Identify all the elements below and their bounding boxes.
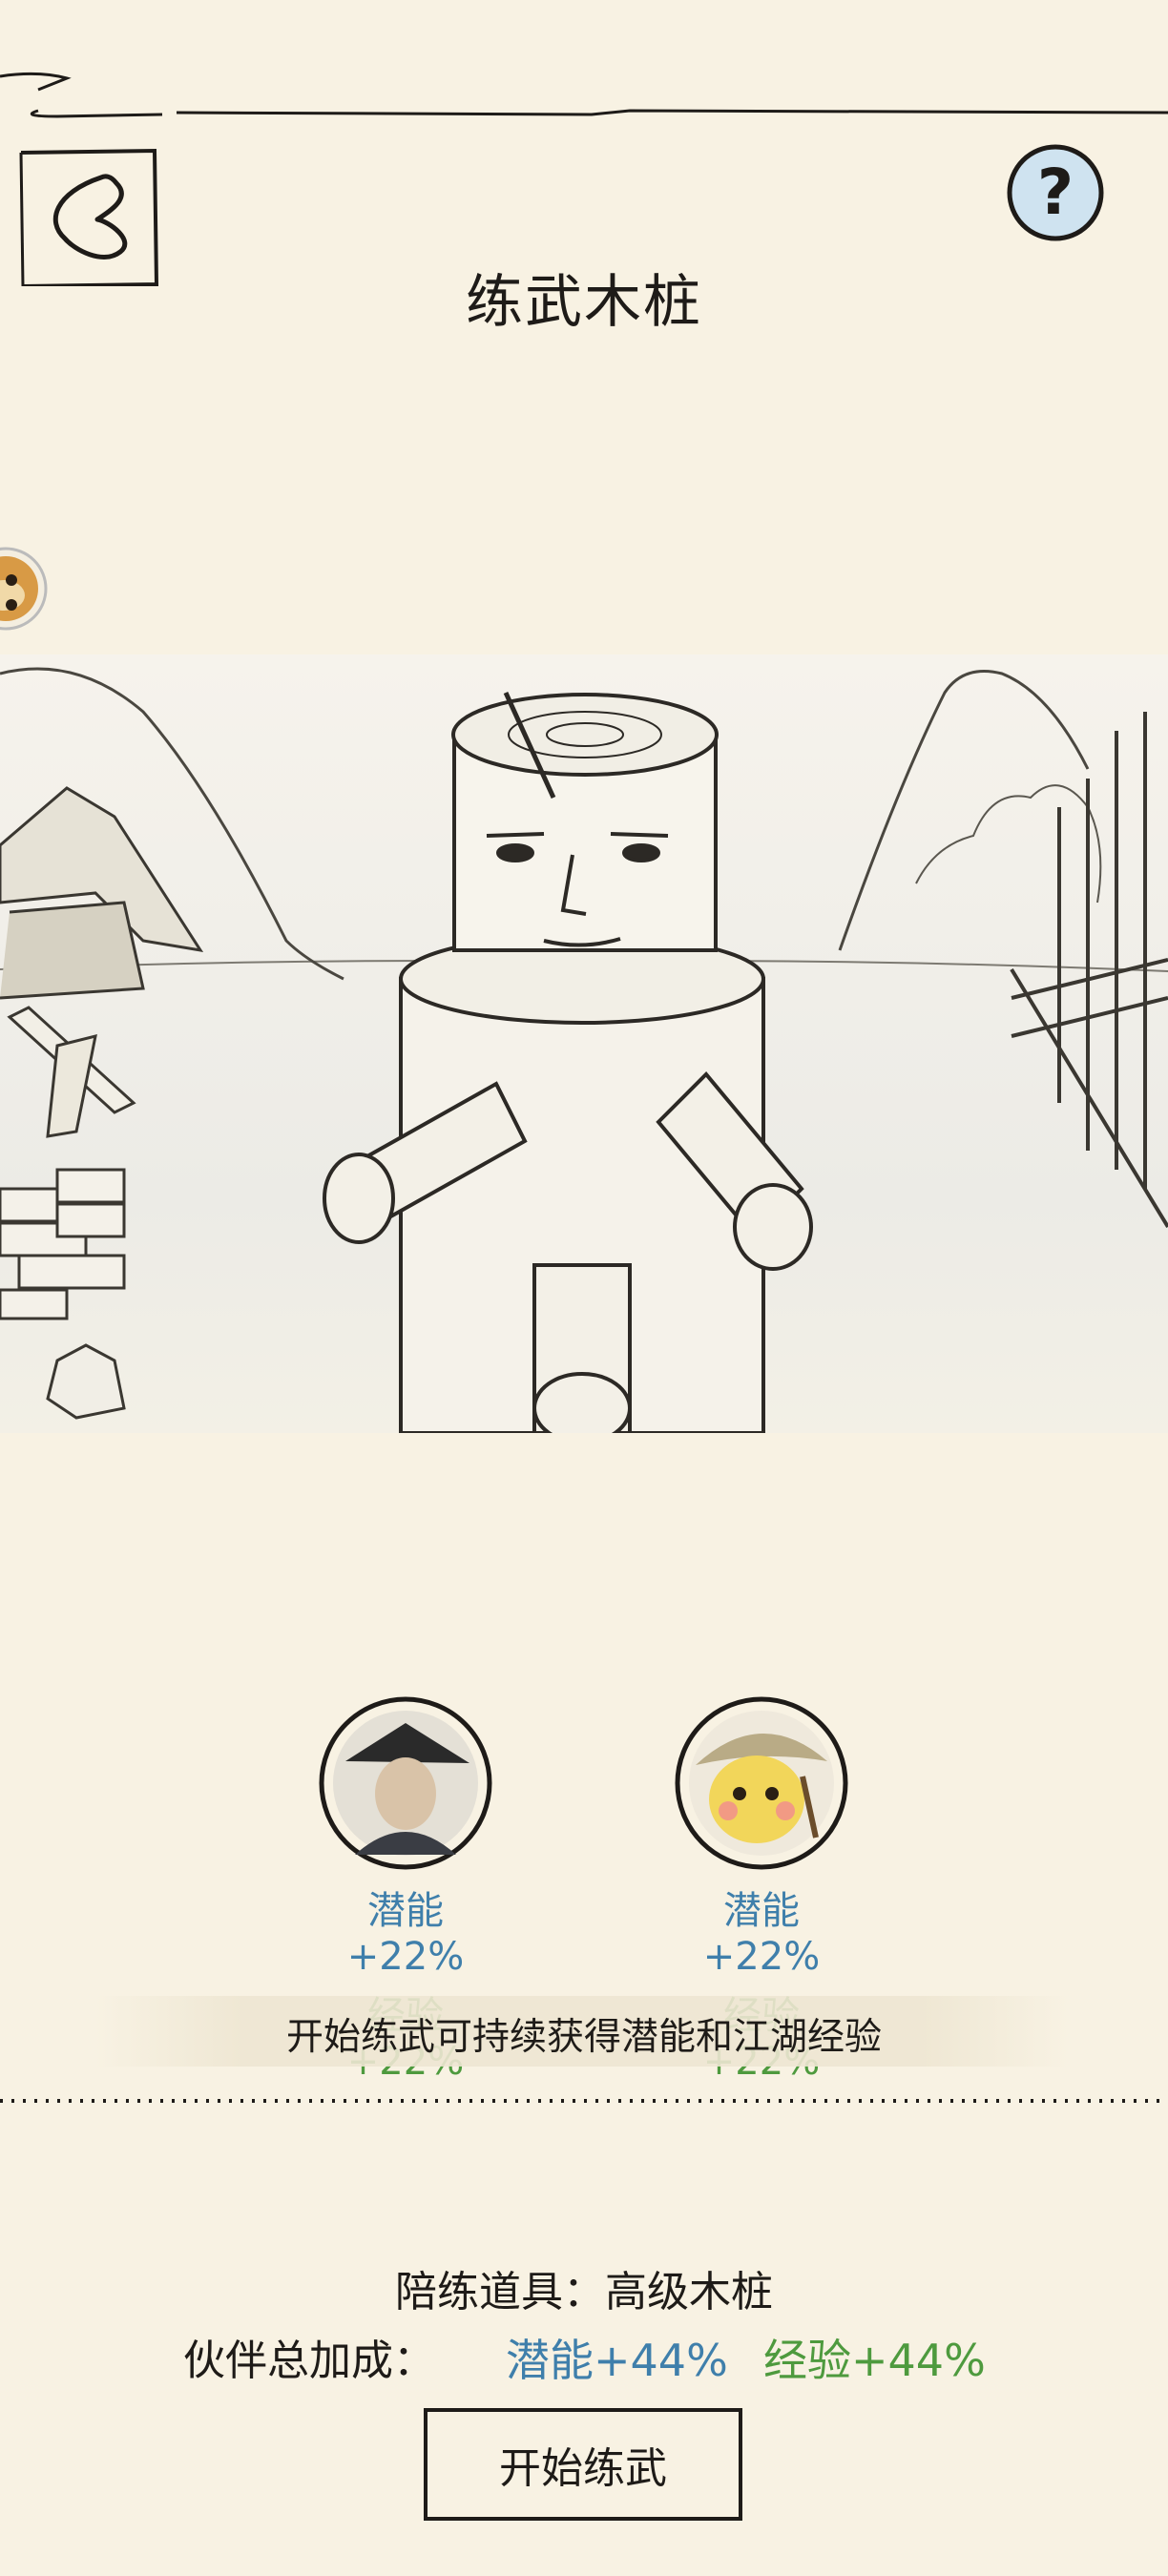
bonus-label: 伙伴总加成： bbox=[183, 2337, 435, 2385]
bonus-experience: 经验+44% bbox=[763, 2335, 986, 2386]
training-description: 开始练武可持续获得潜能和江湖经验 bbox=[285, 2016, 882, 2059]
training-dummy-illustration bbox=[0, 654, 1168, 1433]
pet-face-icon bbox=[0, 547, 48, 631]
start-training-button[interactable]: 开始练武 bbox=[424, 2408, 742, 2521]
partner-1-potential: 潜能+22% bbox=[346, 1889, 465, 1979]
yellow-cat-avatar-icon bbox=[673, 1694, 850, 1872]
question-mark-icon: ? bbox=[1007, 144, 1104, 241]
training-tool-label: 陪练道具：高级木桩 bbox=[395, 2268, 773, 2316]
partner-2-potential: 潜能+22% bbox=[702, 1889, 821, 1979]
bonus-potential: 潜能+44% bbox=[506, 2335, 728, 2386]
svg-text:?: ? bbox=[1037, 156, 1074, 229]
help-button[interactable]: ? bbox=[1004, 141, 1107, 244]
dotted-divider bbox=[0, 2099, 1168, 2103]
page-title: 练武木桩 bbox=[466, 269, 702, 336]
top-brush-stroke bbox=[0, 72, 1168, 118]
floating-pet-avatar[interactable] bbox=[0, 527, 50, 651]
swordsman-avatar-icon bbox=[317, 1694, 494, 1872]
